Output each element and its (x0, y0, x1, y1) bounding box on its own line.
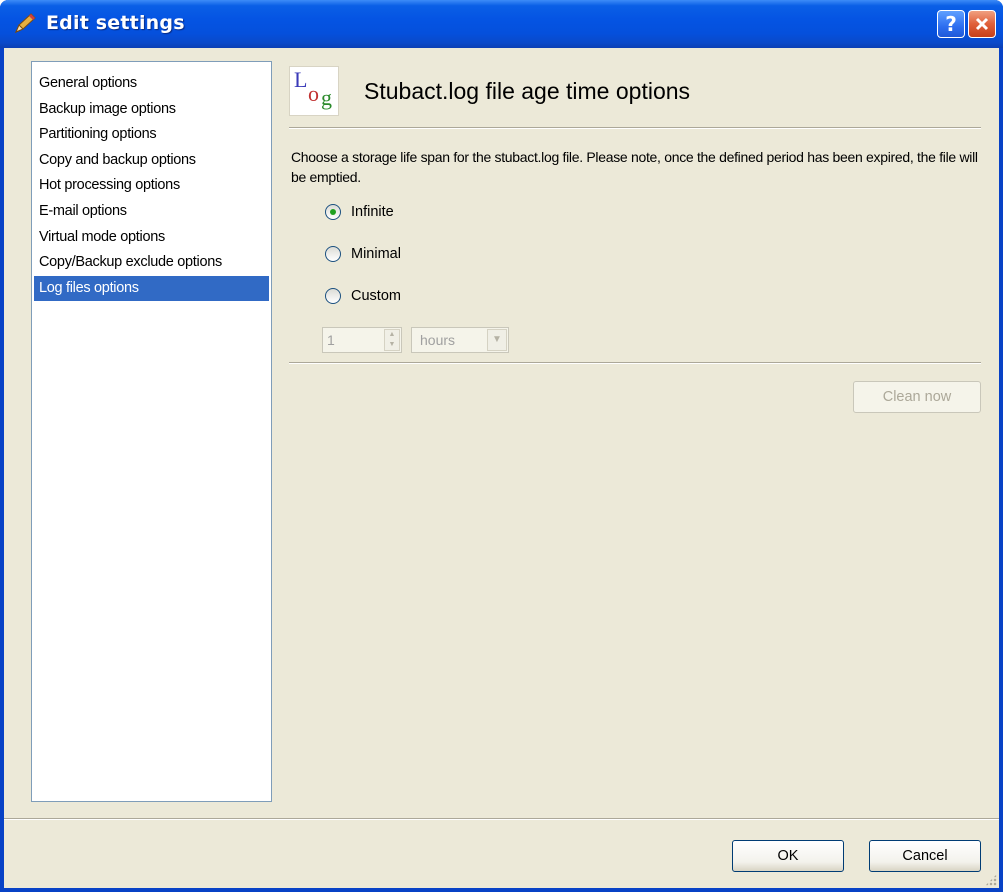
radio-custom[interactable]: Custom (325, 285, 401, 307)
help-button[interactable]: ? (937, 10, 965, 38)
custom-unit-dropdown[interactable]: hours ▼ (411, 327, 509, 353)
clean-now-button[interactable]: Clean now (853, 381, 981, 413)
sidebar-item-backup-image-options[interactable]: Backup image options (32, 97, 271, 123)
question-icon: ? (945, 12, 957, 36)
footer-divider (4, 818, 999, 820)
settings-category-list[interactable]: General options Backup image options Par… (31, 61, 272, 802)
description-text: Choose a storage life span for the stuba… (291, 149, 978, 185)
custom-value: 1 (327, 332, 335, 348)
log-icon: Log (289, 66, 339, 116)
window-title: Edit settings (46, 12, 185, 34)
sidebar-item-virtual-mode-options[interactable]: Virtual mode options (32, 225, 271, 251)
spinner-arrows-icon[interactable]: ▲ ▼ (384, 329, 400, 351)
radio-minimal-label: Minimal (351, 246, 401, 262)
close-icon (975, 17, 989, 31)
sidebar-item-log-files-options[interactable]: Log files options (34, 275, 269, 302)
custom-value-spinner[interactable]: 1 ▲ ▼ (322, 327, 402, 353)
sidebar-item-hot-processing-options[interactable]: Hot processing options (32, 173, 271, 199)
edit-settings-window: Edit settings ? General options Backup i… (0, 0, 1003, 892)
radio-minimal[interactable]: Minimal (325, 243, 401, 265)
title-bar[interactable]: Edit settings ? (0, 0, 1003, 48)
radio-checked-icon[interactable] (325, 204, 341, 220)
radio-unchecked-icon[interactable] (325, 288, 341, 304)
radio-infinite-label: Infinite (351, 204, 394, 220)
custom-unit-value: hours (420, 332, 456, 348)
close-button[interactable] (968, 10, 996, 38)
cancel-button[interactable]: Cancel (869, 840, 981, 872)
sidebar-item-copy-backup-exclude-options[interactable]: Copy/Backup exclude options (32, 250, 271, 276)
radio-custom-label: Custom (351, 288, 401, 304)
radio-unchecked-icon[interactable] (325, 246, 341, 262)
page-title: Stubact.log file age time options (364, 78, 691, 104)
sidebar-item-partitioning-options[interactable]: Partitioning options (32, 122, 271, 148)
radio-infinite[interactable]: Infinite (325, 201, 394, 223)
chevron-down-icon[interactable]: ▼ (487, 329, 507, 351)
options-divider (289, 362, 981, 364)
header-divider (289, 127, 981, 129)
pencil-icon (15, 13, 36, 33)
sidebar-item-copy-and-backup-options[interactable]: Copy and backup options (32, 148, 271, 174)
ok-button[interactable]: OK (732, 840, 844, 872)
resize-grip-icon[interactable] (985, 874, 997, 886)
sidebar-item-general-options[interactable]: General options (32, 71, 271, 97)
sidebar-item-email-options[interactable]: E-mail options (32, 199, 271, 225)
